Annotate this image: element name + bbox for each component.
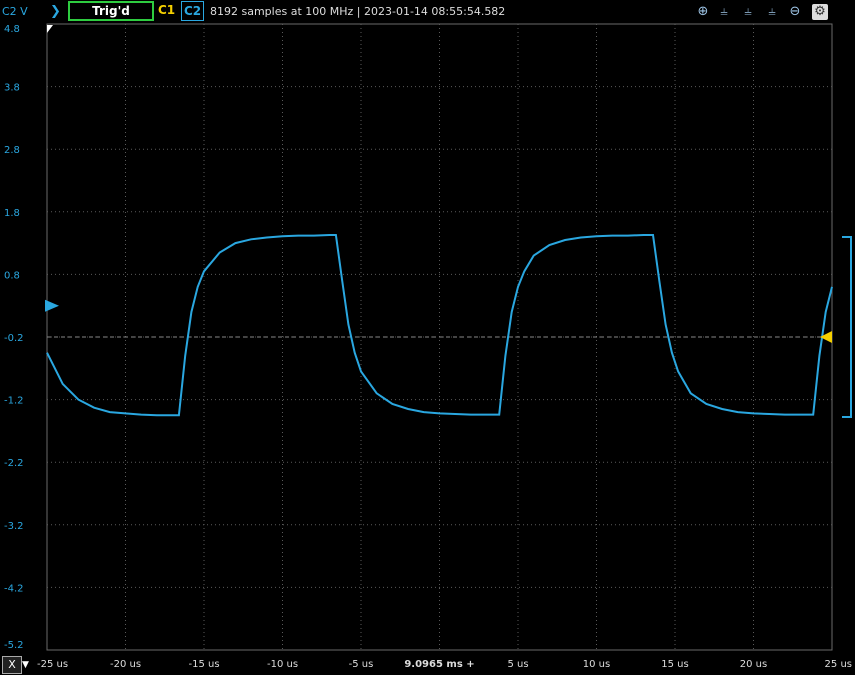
x-axis-button[interactable]: X (2, 656, 22, 674)
x-tick-label: 5 us (507, 659, 528, 670)
x-tick-label: -10 us (267, 659, 298, 670)
x-tick-label: -20 us (110, 659, 141, 670)
y-tick-label: 3.8 (4, 83, 20, 94)
x-tick-label: 9.0965 ms + (404, 659, 474, 670)
x-axis-ticks: -25 us -20 us -15 us -10 us -5 us 9.0965 ms +… (37, 659, 852, 670)
x-tick-label: 20 us (740, 659, 767, 670)
x-tick-label: 25 us (825, 659, 852, 670)
y-tick-label: -4.2 (4, 583, 24, 594)
oscilloscope-chart: 4.83.82.81.80.8-0.2-1.2-2.2-3.2-4.2-5.2 … (4, 23, 852, 670)
y-axis-ticks: 4.8 3.8 2.8 1.8 0.8 -0.2 -1.2 -2.2 -3.2 -4.2 -5.2 (4, 24, 24, 651)
y-tick-label: -1.2 (4, 396, 24, 407)
y-tick-label: 0.8 (4, 270, 20, 281)
overflow-bracket (842, 236, 852, 418)
x-tick-label: 10 us (583, 659, 610, 670)
y-tick-label: 1.8 (4, 208, 20, 219)
x-tick-label: -15 us (188, 659, 219, 670)
x-tick-label: -25 us (37, 659, 68, 670)
chevron-down-icon[interactable]: ▼ (22, 656, 29, 674)
y-tick-label: 2.8 (4, 145, 20, 156)
y-tick-label: -2.2 (4, 458, 24, 469)
y-tick-label: 4.8 (4, 24, 20, 35)
y-tick-label: -0.2 (4, 333, 24, 344)
x-tick-label: -5 us (349, 659, 374, 670)
x-tick-label: 15 us (661, 659, 688, 670)
y-tick-label: -3.2 (4, 521, 24, 532)
y-tick-label: -5.2 (4, 640, 24, 651)
